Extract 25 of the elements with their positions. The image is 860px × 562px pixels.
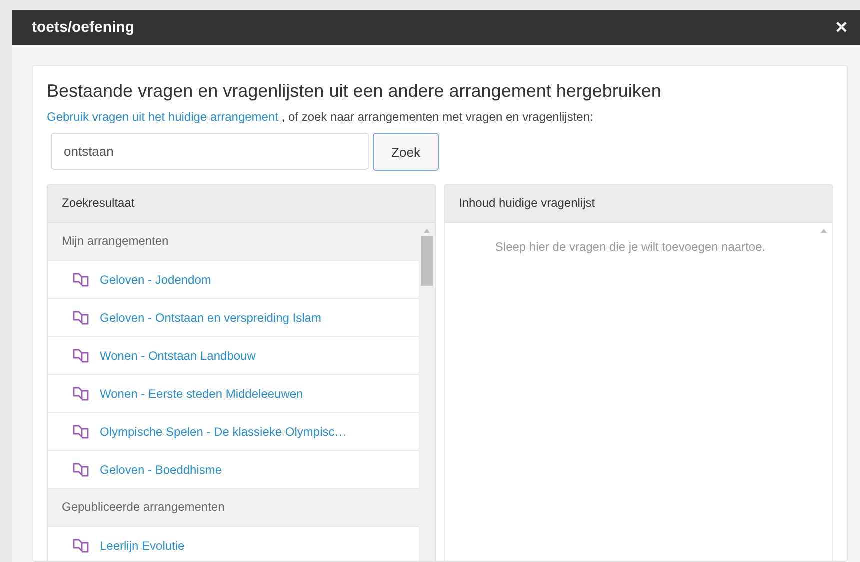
panel-header: Zoekresultaat (48, 185, 435, 223)
book-icon (72, 538, 90, 552)
arrangement-item[interactable]: Geloven - Ontstaan en verspreiding Islam (48, 299, 419, 337)
book-icon (72, 424, 90, 438)
empty-message: Sleep hier de vragen die je wilt toevoegen naartoe. (494, 239, 767, 256)
arrangement-item[interactable]: Wonen - Ontstaan Landbouw (48, 337, 419, 375)
scrollbar[interactable] (419, 223, 435, 561)
current-arrangement-link[interactable]: Gebruik vragen uit het huidige arrangement (47, 110, 278, 124)
dialog-title: toets/oefening (32, 19, 135, 36)
group-header: Mijn arrangementen (48, 223, 419, 261)
intro-text: , of zoek naar arrangementen met vragen en vragenlijsten: (282, 110, 594, 124)
close-button[interactable]: ✕ (833, 18, 850, 38)
search-field[interactable]: ontstaan (51, 133, 369, 170)
book-icon (72, 272, 90, 286)
arrangement-item[interactable]: Geloven - Jodendom (48, 261, 419, 299)
book-icon (72, 310, 90, 324)
panel-header: Inhoud huidige vragenlijst (445, 185, 832, 223)
book-icon (72, 462, 90, 476)
book-icon (72, 348, 90, 362)
dialog-heading: Bestaande vragen en vragenlijsten uit een andere arrangement hergebruiken (47, 81, 662, 102)
book-icon (72, 386, 90, 400)
arrangement-item[interactable]: Wonen - Eerste steden Middeleeuwen (48, 375, 419, 413)
arrangement-item[interactable]: Olympische Spelen - De klassieke Olympisc… (48, 413, 419, 451)
search-button[interactable]: Zoek (373, 133, 439, 171)
group-header: Gepubliceerde arrangementen (48, 489, 419, 527)
